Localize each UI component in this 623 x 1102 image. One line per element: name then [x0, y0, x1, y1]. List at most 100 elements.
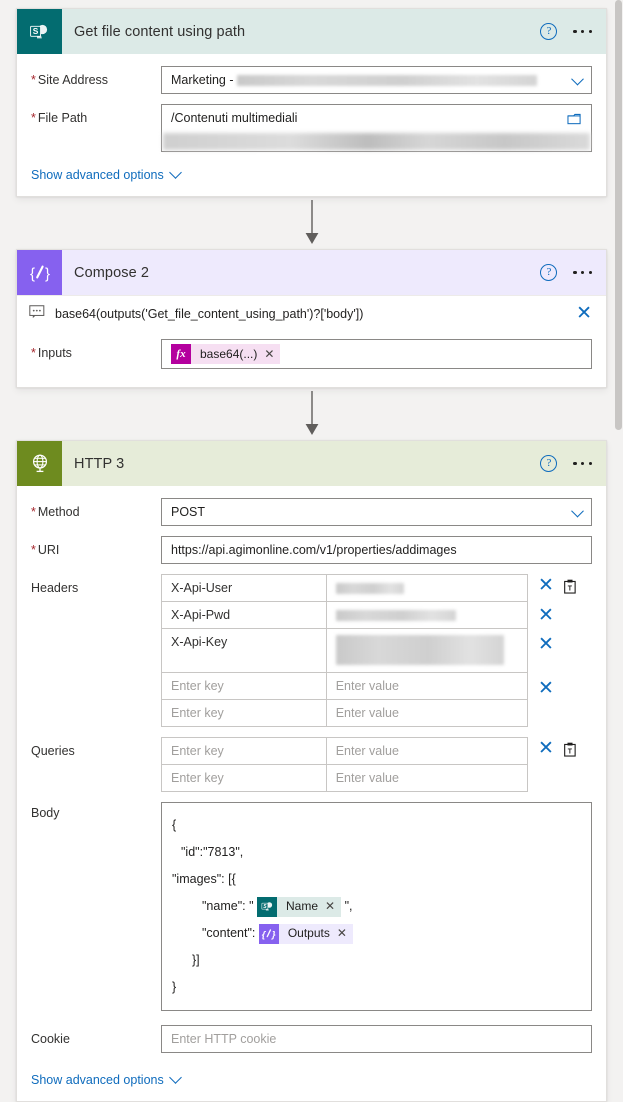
chevron-down-icon[interactable]	[571, 504, 584, 518]
header-value-redacted	[335, 635, 504, 665]
body-input[interactable]: { "id":"7813", "images": [{ "name": " S …	[161, 802, 592, 1011]
file-path-input[interactable]: /Contenuti multimediali	[161, 104, 592, 152]
dynamic-token-name[interactable]: S Name ✕	[257, 896, 342, 917]
table-row[interactable]: Enter key Enter value	[161, 672, 529, 700]
header-key-input[interactable]: X-Api-Pwd	[161, 601, 327, 629]
cookie-placeholder: Enter HTTP cookie	[171, 1032, 277, 1046]
help-icon[interactable]: ?	[540, 455, 558, 472]
uri-input[interactable]: https://api.agimonline.com/v1/properties…	[161, 536, 592, 564]
switch-to-text-mode-icon[interactable]: T	[563, 742, 577, 760]
remove-icon[interactable]: ✕	[538, 605, 554, 626]
body-line: }]	[192, 953, 200, 967]
header-key-input[interactable]: X-Api-User	[161, 574, 327, 602]
card-header-actions: ?	[540, 455, 606, 472]
action-card-compose-2[interactable]: { } Compose 2 ? base64(outputs('Get_file…	[16, 249, 607, 388]
method-select[interactable]: POST	[161, 498, 592, 526]
folder-picker-icon[interactable]	[567, 112, 582, 129]
header-key-input[interactable]: X-Api-Key	[161, 628, 327, 673]
file-path-redacted	[163, 133, 590, 150]
svg-text:}: }	[271, 929, 276, 940]
card-header-actions: ?	[540, 264, 606, 281]
remove-token-icon[interactable]: ✕	[264, 347, 274, 361]
svg-text:T: T	[568, 586, 573, 593]
remove-icon[interactable]: ✕	[538, 739, 554, 758]
more-options-icon[interactable]	[573, 461, 592, 466]
header-value-input[interactable]: Enter value	[325, 672, 529, 700]
headers-grid: X-Api-User X-Api-Pwd X-Api-Key Enter key…	[161, 574, 592, 727]
token-label: base64(...)	[200, 347, 258, 361]
action-card-get-file-content[interactable]: S Get file content using path ? Site Add…	[16, 8, 607, 197]
more-options-icon[interactable]	[573, 29, 592, 34]
inputs-input[interactable]: fx base64(...) ✕	[161, 339, 592, 369]
header-value-redacted	[335, 610, 456, 622]
switch-to-text-mode-icon[interactable]: T	[563, 579, 577, 597]
body-line: "id":"7813",	[181, 845, 244, 859]
table-row[interactable]: X-Api-Key	[161, 628, 529, 673]
svg-text:{: {	[30, 265, 35, 282]
query-value-input[interactable]: Enter value	[325, 737, 529, 765]
page-scrollbar[interactable]	[614, 0, 623, 999]
query-key-input[interactable]: Enter key	[161, 764, 327, 792]
cookie-input[interactable]: Enter HTTP cookie	[161, 1025, 592, 1053]
help-icon[interactable]: ?	[540, 264, 558, 281]
globe-icon	[17, 441, 62, 486]
table-row[interactable]: Enter key Enter value	[161, 699, 529, 727]
body-line-name: "name": " S Name ✕ ",	[172, 893, 581, 920]
body-line-content: "content": { } Outputs ✕	[172, 920, 581, 947]
expression-tooltip-icon	[29, 305, 45, 322]
queries-row-actions: ✕ T	[528, 737, 592, 792]
show-advanced-options-label: Show advanced options	[31, 168, 164, 182]
field-row-file-path: File Path /Contenuti multimediali	[31, 104, 592, 152]
remove-icon[interactable]: ✕	[538, 634, 554, 655]
card-header[interactable]: { } Compose 2 ?	[17, 250, 606, 295]
remove-token-icon[interactable]: ✕	[325, 893, 335, 920]
table-row[interactable]: X-Api-User	[161, 574, 529, 602]
method-label: Method	[31, 498, 161, 520]
remove-icon[interactable]: ✕	[576, 304, 592, 323]
header-value-redacted	[335, 583, 404, 595]
card-title: Compose 2	[74, 264, 150, 281]
table-row[interactable]: Enter key Enter value	[161, 764, 529, 792]
chevron-down-icon[interactable]	[571, 72, 584, 86]
remove-icon[interactable]: ✕	[538, 678, 554, 699]
cookie-label: Cookie	[31, 1032, 70, 1046]
body-line-text: "content":	[202, 926, 256, 940]
more-options-icon[interactable]	[573, 270, 592, 275]
body-line-suffix: ",	[344, 899, 353, 913]
header-key-input[interactable]: Enter key	[161, 699, 327, 727]
header-value-input[interactable]	[325, 574, 529, 602]
expression-token-base64[interactable]: fx base64(...) ✕	[171, 344, 281, 364]
show-advanced-options-link[interactable]: Show advanced options	[31, 1070, 592, 1087]
card-header[interactable]: S Get file content using path ?	[17, 9, 606, 54]
fx-icon: fx	[171, 344, 191, 364]
sharepoint-icon: S	[257, 896, 278, 917]
site-address-label: Site Address	[31, 66, 161, 88]
field-row-cookie: Cookie Enter HTTP cookie	[31, 1025, 592, 1053]
scrollbar-thumb[interactable]	[615, 0, 622, 430]
body-line: {	[172, 818, 177, 832]
header-value-input[interactable]	[325, 628, 529, 673]
query-value-input[interactable]: Enter value	[325, 764, 529, 792]
site-address-input[interactable]: Marketing -	[161, 66, 592, 94]
card-header[interactable]: HTTP 3 ?	[17, 441, 606, 486]
headers-table: X-Api-User X-Api-Pwd X-Api-Key Enter key…	[161, 574, 529, 727]
dynamic-token-outputs[interactable]: { } Outputs ✕	[258, 923, 353, 944]
show-advanced-options-link[interactable]: Show advanced options	[31, 165, 592, 182]
token-label: Name	[286, 899, 319, 914]
action-card-http-3[interactable]: HTTP 3 ? Method POST URI https://api.agi…	[16, 440, 607, 1102]
header-value-input[interactable]	[325, 601, 529, 629]
header-key-input[interactable]: Enter key	[161, 672, 327, 700]
headers-row-actions: ✕ T ✕ ✕ ✕	[528, 574, 592, 727]
table-row[interactable]: Enter key Enter value	[161, 737, 529, 765]
card-header-actions: ?	[540, 23, 606, 40]
help-icon[interactable]: ?	[540, 23, 558, 40]
card-title: Get file content using path	[74, 23, 246, 40]
uri-label: URI	[31, 536, 161, 558]
query-key-input[interactable]: Enter key	[161, 737, 327, 765]
table-row[interactable]: X-Api-Pwd	[161, 601, 529, 629]
header-value-input[interactable]: Enter value	[325, 699, 529, 727]
remove-token-icon[interactable]: ✕	[337, 920, 347, 947]
field-row-body: Body { "id":"7813", "images": [{ "name":…	[31, 802, 592, 1011]
body-line: "images": [{	[172, 872, 236, 886]
remove-icon[interactable]: ✕	[538, 576, 554, 595]
